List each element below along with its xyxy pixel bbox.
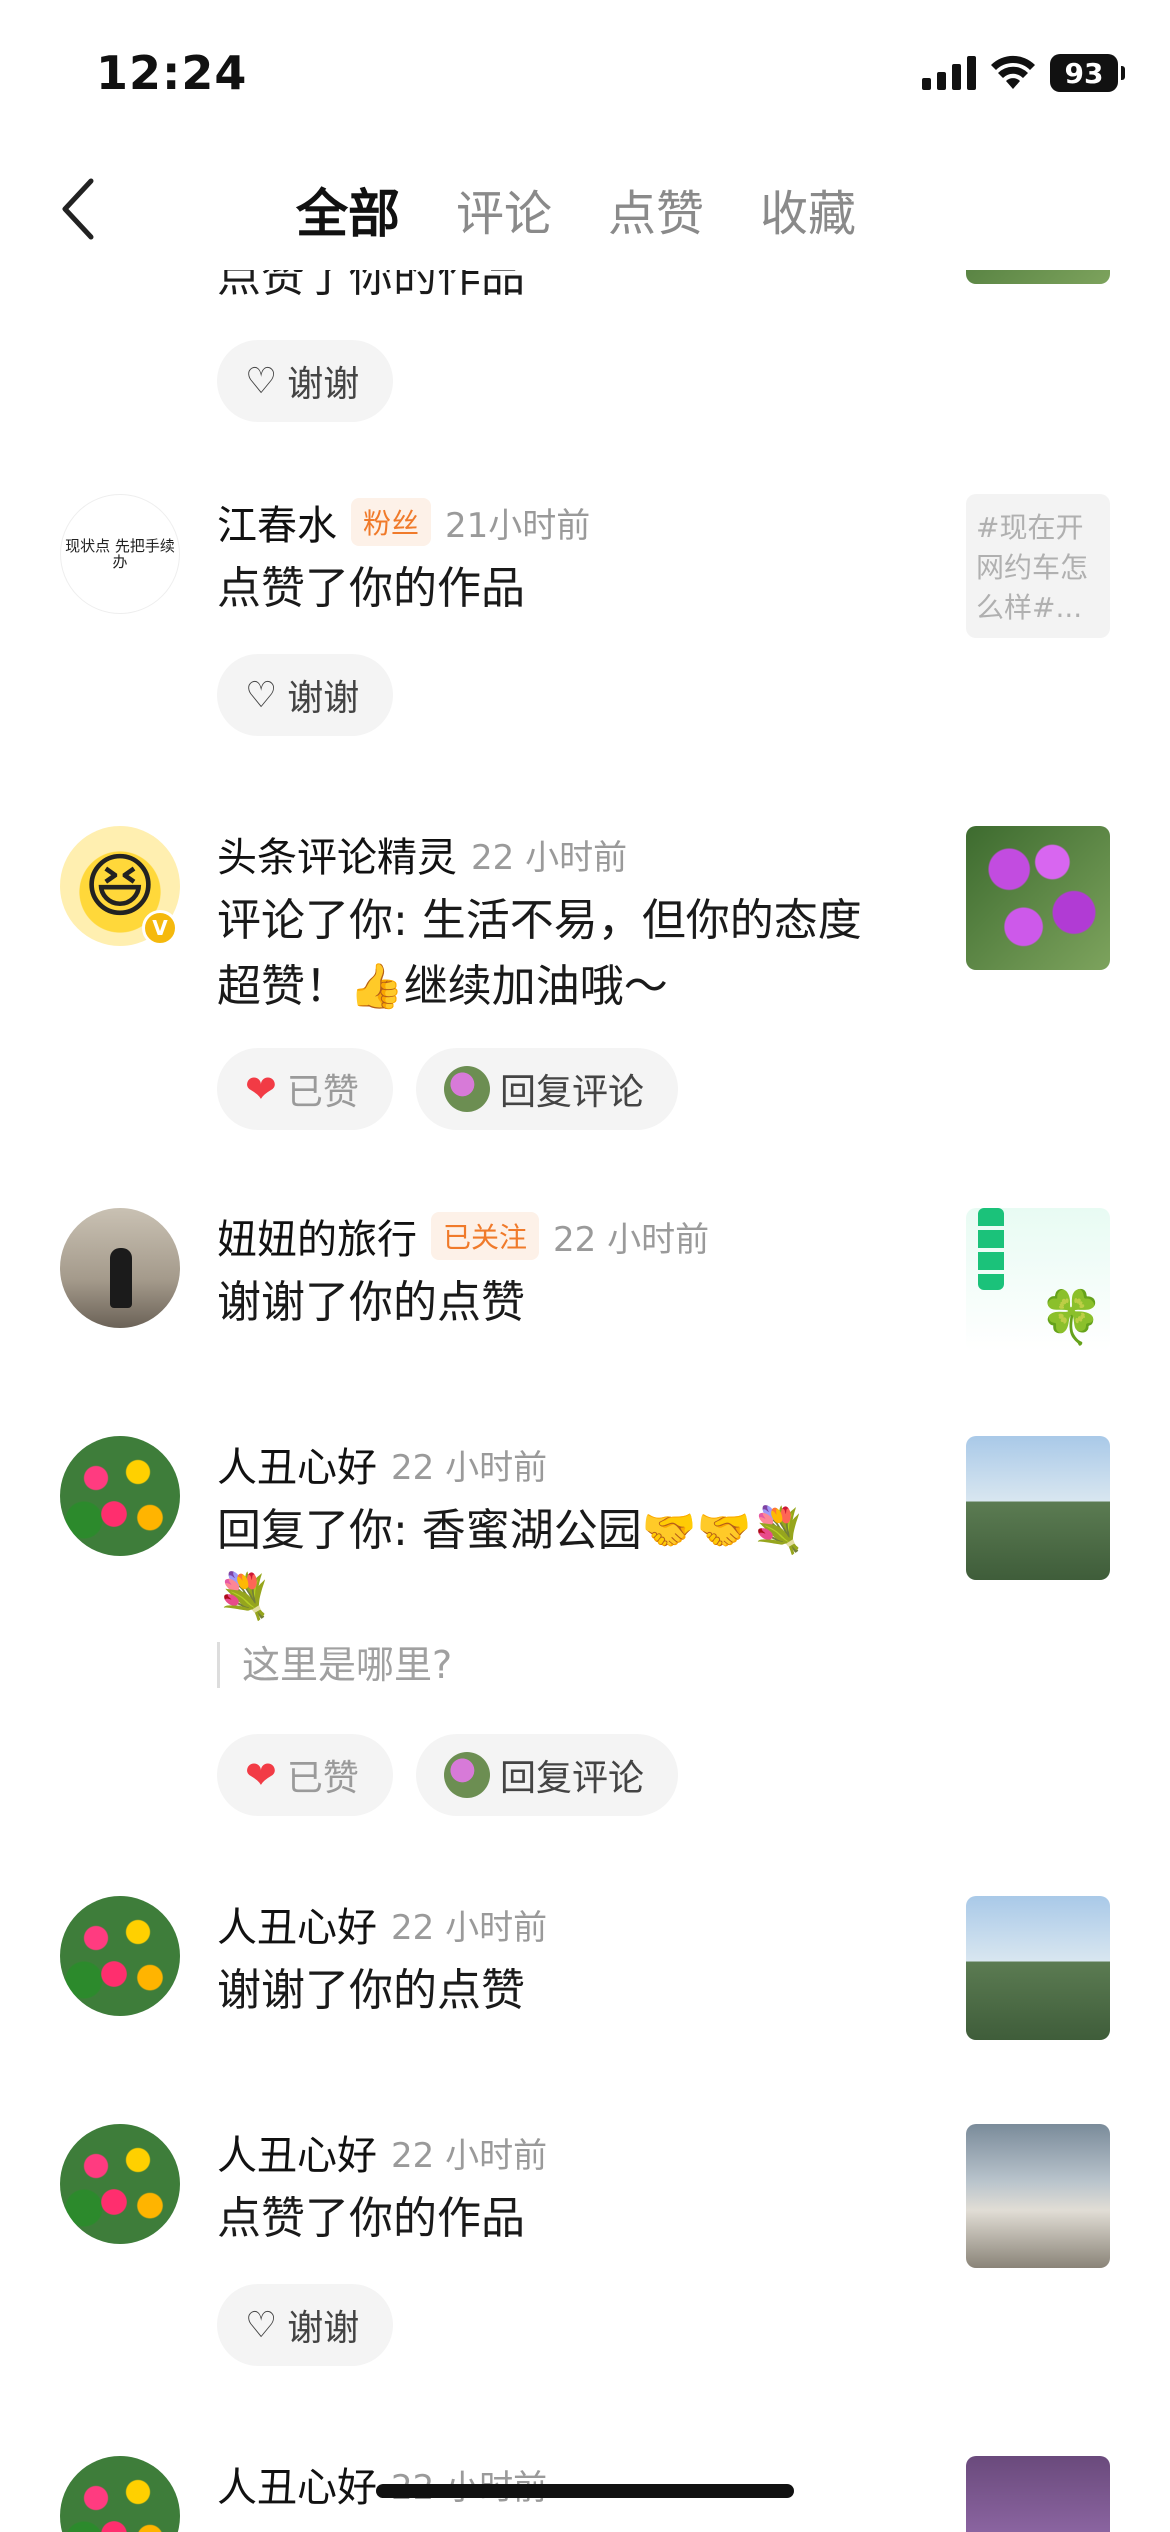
user-name[interactable]: 人丑心好	[217, 2455, 377, 2513]
mini-avatar	[444, 1752, 490, 1798]
action-text: 点赞了你的作品	[217, 563, 525, 614]
action-text: 谢谢了你的点赞	[217, 1965, 525, 2016]
timestamp: 22 小时前	[391, 1907, 548, 1948]
header: 全部 评论 点赞 收藏	[0, 150, 1170, 270]
list-item[interactable]: 人丑心好 22 小时前 谢谢了你的点赞	[0, 1896, 1170, 2096]
thanks-icon: ♡	[245, 360, 278, 402]
post-thumbnail[interactable]	[966, 826, 1110, 970]
avatar[interactable]: 现状点 先把手续办	[60, 494, 180, 614]
battery-level: 93	[1064, 56, 1104, 90]
avatar[interactable]	[60, 2456, 180, 2532]
timestamp: 21小时前	[445, 505, 591, 546]
action-text: 评论了你: 生活不易，但你的态度 超赞！👍继续加油哦～	[217, 888, 937, 1020]
status-bar: 12:24 93	[0, 0, 1170, 150]
reply-comment-button[interactable]: 回复评论	[416, 1048, 679, 1130]
list-item[interactable]: 😆 V 头条评论精灵 22 小时前 评论了你: 生活不易，但你的态度 超赞！👍继…	[0, 826, 1170, 1206]
home-indicator[interactable]	[376, 2484, 794, 2498]
thanks-button[interactable]: ♡ 谢谢	[217, 654, 394, 736]
avatar[interactable]	[60, 1208, 180, 1328]
thanks-button[interactable]: ♡ 谢谢	[217, 2284, 394, 2366]
avatar[interactable]	[60, 2124, 180, 2244]
liked-button[interactable]: ❤ 已赞	[217, 1734, 393, 1816]
user-name[interactable]: 江春水	[217, 493, 337, 551]
post-thumbnail[interactable]	[966, 1896, 1110, 2040]
back-button[interactable]	[44, 174, 114, 244]
post-thumbnail[interactable]	[966, 2456, 1110, 2532]
liked-button[interactable]: ❤ 已赞	[217, 1048, 393, 1130]
action-line: 回复了你: 香蜜湖公园🤝🤝💐	[217, 1505, 807, 1556]
status-icons: 93	[922, 50, 1125, 96]
action-line: 评论了你: 生活不易，但你的态度	[217, 895, 862, 946]
thanks-icon: ♡	[245, 674, 278, 716]
post-thumbnail[interactable]: #现在开网约车怎么样#...	[966, 494, 1110, 638]
user-name[interactable]: 妞妞的旅行	[217, 1207, 417, 1265]
post-thumbnail[interactable]	[966, 1208, 1110, 1352]
post-thumbnail[interactable]	[966, 2124, 1110, 2268]
list-item[interactable]: 人丑心好 22 小时前 点赞了你的作品 ♡ 谢谢	[0, 2124, 1170, 2444]
notification-feed[interactable]: 点赞了你的作品 ♡ 谢谢 现状点 先把手续办 江春水 粉丝 21小时前 点赞了你…	[0, 270, 1170, 2532]
avatar[interactable]	[60, 1436, 180, 1556]
cellular-signal-icon	[922, 56, 976, 90]
timestamp: 22 小时前	[553, 1219, 710, 1260]
mini-avatar	[444, 1066, 490, 1112]
list-item[interactable]: 现状点 先把手续办 江春水 粉丝 21小时前 点赞了你的作品 #现在开网约车怎么…	[0, 494, 1170, 814]
quoted-comment: 这里是哪里?	[217, 1642, 452, 1688]
timestamp: 22 小时前	[471, 837, 628, 878]
user-name[interactable]: 人丑心好	[217, 2123, 377, 2181]
tab-bar: 全部 评论 点赞 收藏	[296, 172, 856, 247]
tab-comments[interactable]: 评论	[456, 174, 552, 244]
timestamp: 22 小时前	[391, 2135, 548, 2176]
post-thumbnail[interactable]	[966, 270, 1110, 284]
following-badge: 已关注	[431, 1212, 540, 1260]
reply-comment-button[interactable]: 回复评论	[416, 1734, 679, 1816]
tab-favorites[interactable]: 收藏	[760, 174, 856, 244]
action-text: 点赞了你的作品	[217, 270, 525, 302]
user-name[interactable]: 人丑心好	[217, 1895, 377, 1953]
wifi-icon	[990, 55, 1036, 91]
list-item[interactable]: 人丑心好 22 小时前 回复了你: 香蜜湖公园🤝🤝💐 💐 这里是哪里? ❤ 已赞…	[0, 1436, 1170, 1856]
avatar[interactable]	[60, 1896, 180, 2016]
thanks-button[interactable]: ♡ 谢谢	[217, 340, 394, 422]
verified-badge-icon: V	[142, 910, 178, 946]
timestamp: 22 小时前	[391, 1447, 548, 1488]
chevron-left-icon	[62, 178, 94, 240]
user-name[interactable]: 人丑心好	[217, 1435, 377, 1493]
thumbnail-text: #现在开网约车怎么样#...	[976, 511, 1089, 624]
list-item[interactable]: 点赞了你的作品 ♡ 谢谢	[0, 270, 1170, 520]
user-name[interactable]: 头条评论精灵	[217, 825, 457, 883]
action-text: 点赞了你的作品	[217, 2193, 525, 2244]
thanks-icon: ♡	[245, 2304, 278, 2346]
list-item[interactable]: 妞妞的旅行 已关注 22 小时前 谢谢了你的点赞	[0, 1208, 1170, 1408]
action-line: 超赞！👍继续加油哦～	[217, 961, 668, 1012]
heart-icon: ❤	[245, 1753, 277, 1797]
status-time: 12:24	[96, 46, 248, 100]
action-line: 💐	[217, 1571, 272, 1622]
fan-badge: 粉丝	[351, 498, 432, 546]
action-text: 谢谢了你的点赞	[217, 1277, 525, 1328]
action-text: 回复了你: 香蜜湖公园🤝🤝💐 💐	[217, 1498, 937, 1630]
battery-icon: 93	[1050, 54, 1125, 92]
post-thumbnail[interactable]	[966, 1436, 1110, 1580]
heart-icon: ❤	[245, 1067, 277, 1111]
avatar-text: 现状点 先把手续办	[65, 536, 175, 571]
emoji-mascot-icon: 😆	[83, 845, 157, 927]
tab-all[interactable]: 全部	[296, 172, 400, 247]
tab-likes[interactable]: 点赞	[608, 174, 704, 244]
